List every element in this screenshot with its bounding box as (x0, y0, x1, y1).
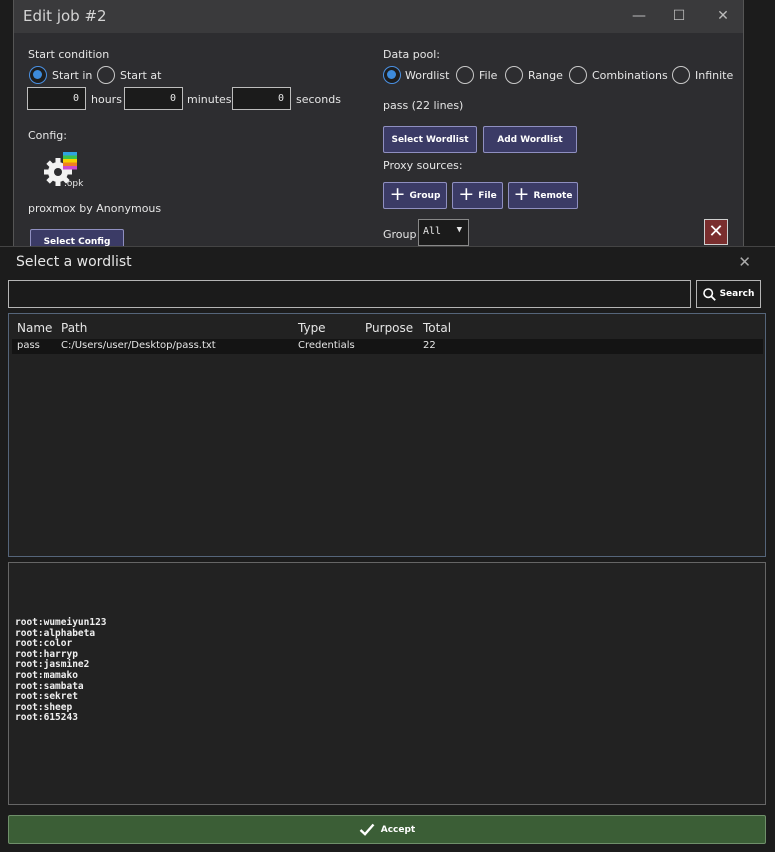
group-select[interactable]: All ▼ (418, 219, 469, 246)
preview-lines: root:wumeiyun123 root:alphabeta root:col… (15, 617, 107, 724)
accept-button-label: Accept (380, 824, 416, 835)
range-radio[interactable] (505, 66, 523, 84)
preview-line: root:wumeiyun123 (15, 617, 107, 628)
infinite-radio[interactable] (672, 66, 690, 84)
column-header-name[interactable]: Name (17, 321, 52, 335)
column-header-type[interactable]: Type (298, 321, 326, 335)
remove-button[interactable]: ✕ (704, 219, 728, 245)
hours-input[interactable]: 0 (27, 87, 86, 110)
row-total: 22 (423, 340, 436, 351)
search-button[interactable]: Search (696, 280, 761, 308)
file-radio[interactable] (456, 66, 474, 84)
config-file-extension: .opk (64, 179, 84, 189)
row-name: pass (17, 340, 40, 351)
select-wordlist-dialog: Select a wordlist ✕ Search Name Path Typ… (0, 246, 775, 852)
search-icon (702, 287, 716, 301)
close-window-button[interactable]: ✕ (715, 8, 731, 24)
edit-job-titlebar: Edit job #2 — ☐ ✕ (14, 0, 743, 33)
group-select-value: All (423, 226, 442, 237)
minutes-label: minutes (187, 93, 232, 106)
add-group-label: Group (409, 190, 441, 201)
wordlist-radio[interactable] (383, 66, 401, 84)
search-input[interactable] (8, 280, 691, 308)
range-radio-label: Range (528, 69, 563, 82)
file-radio-label: File (479, 69, 498, 82)
dialog-title: Select a wordlist (16, 254, 132, 270)
close-icon[interactable]: ✕ (738, 253, 751, 271)
select-wordlist-button[interactable]: Select Wordlist (383, 126, 477, 153)
minimize-button[interactable]: — (631, 8, 647, 24)
config-name: proxmox by Anonymous (28, 202, 162, 215)
add-wordlist-label: Add Wordlist (497, 134, 563, 145)
plus-icon: + (458, 183, 475, 205)
checkmark-icon (359, 823, 375, 836)
chevron-down-icon: ▼ (456, 225, 462, 235)
hours-label: hours (91, 93, 122, 106)
wordlist-radio-label: Wordlist (405, 69, 450, 82)
add-file-label: File (478, 190, 497, 201)
table-row[interactable]: pass C:/Users/user/Desktop/pass.txt Cred… (12, 339, 763, 354)
data-pool-label: Data pool: (383, 48, 440, 61)
plus-icon: + (389, 183, 406, 205)
row-type: Credentials (298, 340, 355, 351)
start-at-radio[interactable] (97, 66, 115, 84)
row-path: C:/Users/user/Desktop/pass.txt (61, 340, 216, 351)
preview-line: root:mamako (15, 669, 78, 681)
column-header-path[interactable]: Path (61, 321, 87, 335)
minutes-input[interactable]: 0 (124, 87, 183, 110)
accept-button[interactable]: Accept (8, 815, 766, 844)
group-label: Group (383, 228, 417, 241)
wordlist-preview[interactable]: root:wumeiyun123 root:alphabeta root:col… (8, 562, 766, 805)
add-remote-button[interactable]: + Remote (508, 182, 578, 209)
config-label: Config: (28, 129, 67, 142)
combinations-radio[interactable] (569, 66, 587, 84)
search-button-label: Search (719, 289, 755, 299)
select-wordlist-label: Select Wordlist (391, 134, 469, 145)
add-group-button[interactable]: + Group (383, 182, 447, 209)
add-file-button[interactable]: + File (452, 182, 503, 209)
start-in-radio[interactable] (29, 66, 47, 84)
add-wordlist-button[interactable]: Add Wordlist (483, 126, 577, 153)
start-in-label: Start in (52, 69, 93, 82)
seconds-input[interactable]: 0 (232, 87, 291, 110)
data-pool-info: pass (22 lines) (383, 99, 464, 112)
start-at-label: Start at (120, 69, 162, 82)
edit-job-window: Edit job #2 — ☐ ✕ Start condition Start … (13, 0, 744, 251)
edit-job-title: Edit job #2 (23, 7, 107, 25)
infinite-radio-label: Infinite (695, 69, 734, 82)
wordlist-table: Name Path Type Purpose Total pass C:/Use… (8, 313, 766, 557)
proxy-sources-label: Proxy sources: (383, 159, 463, 172)
start-condition-label: Start condition (28, 48, 110, 61)
preview-line: root:615243 (15, 712, 78, 724)
plus-icon: + (513, 183, 530, 205)
maximize-button[interactable]: ☐ (671, 8, 687, 24)
seconds-label: seconds (296, 93, 341, 106)
column-header-total[interactable]: Total (423, 321, 451, 335)
column-header-purpose[interactable]: Purpose (365, 321, 413, 335)
combinations-radio-label: Combinations (592, 69, 668, 82)
add-remote-label: Remote (533, 190, 573, 201)
